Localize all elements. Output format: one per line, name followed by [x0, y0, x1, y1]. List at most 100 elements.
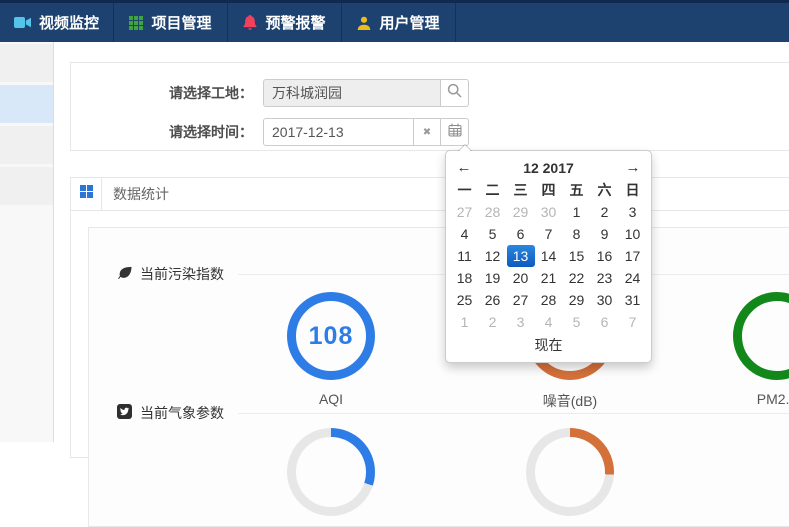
bird-icon	[117, 404, 132, 422]
day-cell[interactable]: 30	[591, 289, 619, 311]
gauges-card: 当前污染指数 108 AQI 噪音(dB) PM2.5	[88, 227, 789, 527]
weekday-label: 三	[507, 180, 535, 201]
datepicker-month-title[interactable]: 12 2017	[478, 160, 619, 176]
day-cell[interactable]: 25	[451, 289, 479, 311]
day-cell[interactable]: 27	[507, 289, 535, 311]
day-cell[interactable]: 10	[619, 223, 647, 245]
day-cell[interactable]: 5	[479, 223, 507, 245]
site-input[interactable]	[263, 79, 441, 107]
day-cell[interactable]: 22	[563, 267, 591, 289]
day-cell[interactable]: 15	[563, 245, 591, 267]
day-cell[interactable]: 28	[535, 289, 563, 311]
day-cell[interactable]: 4	[451, 223, 479, 245]
day-cell[interactable]: 1	[451, 311, 479, 333]
day-cell[interactable]: 7	[619, 311, 647, 333]
nav-item[interactable]: 预警报警	[228, 3, 342, 42]
sidebar	[0, 42, 54, 442]
day-cell[interactable]: 9	[591, 223, 619, 245]
stats-icon-cell	[71, 178, 102, 210]
weekday-label: 一	[451, 180, 479, 201]
day-cell[interactable]: 5	[563, 311, 591, 333]
day-cell[interactable]: 30	[535, 201, 563, 223]
nav-item[interactable]: 视频监控	[0, 3, 114, 42]
datepicker-header: ← 12 2017 →	[450, 155, 647, 180]
day-cell[interactable]: 21	[535, 267, 563, 289]
day-cell[interactable]: 1	[563, 201, 591, 223]
user-icon	[357, 16, 371, 30]
day-cell[interactable]: 14	[535, 245, 563, 267]
day-cell[interactable]: 23	[591, 267, 619, 289]
time-calendar-button[interactable]	[441, 118, 469, 146]
day-cell[interactable]: 2	[479, 311, 507, 333]
nav-item-label: 项目管理	[151, 12, 211, 33]
day-cell[interactable]: 26	[479, 289, 507, 311]
day-cell[interactable]: 12	[479, 245, 507, 267]
time-clear-button[interactable]: ✖	[414, 118, 441, 146]
clear-icon: ✖	[423, 127, 431, 138]
day-cell[interactable]: 28	[479, 201, 507, 223]
nav-item[interactable]: 用户管理	[342, 3, 456, 42]
weather-gauge-2	[526, 428, 614, 516]
pollution-section-title: 当前污染指数	[140, 264, 224, 284]
day-cell[interactable]: 16	[591, 245, 619, 267]
time-input[interactable]	[263, 118, 414, 146]
nav-item[interactable]: 项目管理	[114, 3, 228, 42]
weekday-label: 六	[591, 180, 619, 201]
time-input-group: ✖	[263, 118, 469, 146]
pm25-gauge: PM2.5	[733, 292, 789, 407]
day-cell[interactable]: 24	[619, 267, 647, 289]
day-cell[interactable]: 18	[451, 267, 479, 289]
prev-month-button[interactable]: ←	[450, 159, 478, 176]
day-cell[interactable]: 2	[591, 201, 619, 223]
weekday-label: 五	[563, 180, 591, 201]
sidebar-item[interactable]	[0, 44, 53, 82]
nav-item-label: 用户管理	[379, 12, 439, 33]
search-icon	[447, 83, 462, 103]
stats-panel-header: 数据统计	[71, 178, 789, 211]
day-cell[interactable]: 19	[479, 267, 507, 289]
weekday-row: 一 二 三 四 五 六 日	[450, 180, 647, 201]
nav-item-label: 视频监控	[39, 12, 99, 33]
day-cell[interactable]: 11	[451, 245, 479, 267]
nav-item-label: 预警报警	[265, 12, 325, 33]
day-cell[interactable]: 7	[535, 223, 563, 245]
bell-icon	[243, 15, 257, 30]
filter-panel: 请选择工地： 请选择时间： ✖	[70, 62, 789, 151]
site-form-row: 请选择工地：	[71, 79, 789, 107]
day-cell[interactable]: 3	[619, 201, 647, 223]
weekday-label: 二	[479, 180, 507, 201]
sidebar-item[interactable]	[0, 126, 53, 164]
weather-gauge-1	[287, 428, 375, 516]
day-cell[interactable]: 13	[507, 245, 535, 267]
day-cell[interactable]: 29	[563, 289, 591, 311]
day-cell[interactable]: 29	[507, 201, 535, 223]
day-cell[interactable]: 8	[563, 223, 591, 245]
time-form-row: 请选择时间： ✖	[71, 118, 789, 146]
site-input-group	[263, 79, 469, 107]
sidebar-item[interactable]	[0, 167, 53, 205]
next-month-button[interactable]: →	[619, 159, 647, 176]
now-button[interactable]: 现在	[450, 333, 647, 358]
stats-panel-title: 数据统计	[102, 178, 169, 210]
calendar-icon	[448, 123, 462, 142]
days-grid: 27 28 29 30 1 2 3 4 5 6 7 8 9 10 11	[450, 201, 647, 333]
day-cell[interactable]: 3	[507, 311, 535, 333]
grid-icon	[129, 16, 143, 30]
day-cell[interactable]: 20	[507, 267, 535, 289]
aqi-value: 108	[309, 322, 354, 351]
day-cell[interactable]: 31	[619, 289, 647, 311]
site-label: 请选择工地：	[71, 83, 253, 103]
day-cell[interactable]: 6	[507, 223, 535, 245]
day-cell[interactable]: 4	[535, 311, 563, 333]
weather-section-header: 当前气象参数	[117, 403, 789, 423]
day-cell[interactable]: 17	[619, 245, 647, 267]
day-cell[interactable]: 27	[451, 201, 479, 223]
site-search-button[interactable]	[441, 79, 469, 107]
sidebar-item[interactable]	[0, 85, 53, 123]
grid-2x2-icon	[80, 185, 93, 203]
pm25-gauge-ring	[733, 292, 789, 380]
day-cell[interactable]: 6	[591, 311, 619, 333]
weekday-label: 日	[619, 180, 647, 201]
leaf-icon	[117, 266, 132, 283]
aqi-gauge: 108 AQI	[287, 292, 375, 407]
